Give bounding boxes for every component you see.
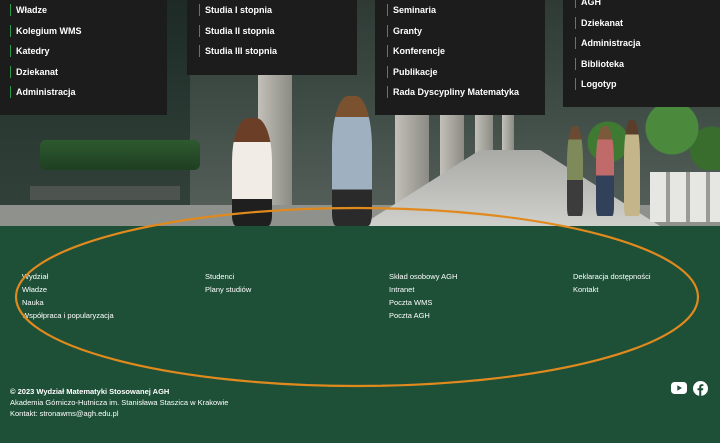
facebook-icon[interactable] [693,381,709,396]
menu-item-wladze[interactable]: Władze [10,0,167,21]
menu-item-administracja[interactable]: Administracja [10,82,167,103]
student-bg [567,126,583,216]
footer-link-wspolpraca[interactable]: Współpraca i popularyzacja [22,309,114,322]
menu-item-studia-1[interactable]: Studia I stopnia [199,0,357,21]
footer-link-wladze[interactable]: Władze [22,283,114,296]
menu-item-publikacje[interactable]: Publikacje [387,62,545,83]
footer-link-kontakt[interactable]: Kontakt [573,283,651,296]
hedge [40,140,200,170]
menu-panel-wydzial: Władze Kolegium WMS Katedry Dziekanat Ad… [0,0,167,115]
menu-item-biblioteka[interactable]: Biblioteka [575,54,720,75]
menu-item-administracja-agh[interactable]: Administracja [575,33,720,54]
planters [650,172,720,222]
student-bg [624,120,640,216]
bench [30,186,180,200]
menu-item-granty[interactable]: Granty [387,21,545,42]
footer-link-wydzial[interactable]: Wydział [22,270,114,283]
copyright-text: © 2023 Wydział Matematyki Stosowanej AGH [10,387,170,396]
menu-item-studia-3[interactable]: Studia III stopnia [199,41,357,62]
footer-link-studenci[interactable]: Studenci [205,270,251,283]
menu-item-agh[interactable]: AGH [575,0,720,13]
menu-item-logotyp[interactable]: Logotyp [575,74,720,95]
menu-item-rada-dyscypliny[interactable]: Rada Dyscypliny Matematyka [387,82,545,103]
footer-column-agh: Skład osobowy AGH Intranet Poczta WMS Po… [389,270,457,322]
footer-link-sklad-osobowy[interactable]: Skład osobowy AGH [389,270,457,283]
footer-column-info: Deklaracja dostępności Kontakt [573,270,651,296]
menu-item-kolegium[interactable]: Kolegium WMS [10,21,167,42]
footer-link-nauka[interactable]: Nauka [22,296,114,309]
university-name: Akademia Górniczo-Hutnicza im. Stanisław… [10,398,229,407]
student-woman [232,118,272,226]
youtube-icon[interactable] [671,381,687,395]
site-footer: Wydział Władze Nauka Współpraca i popula… [0,226,720,443]
footer-column-wydzial: Wydział Władze Nauka Współpraca i popula… [22,270,114,322]
menu-panel-agh: AGH Dziekanat Administracja Biblioteka L… [563,0,720,107]
menu-item-seminaria[interactable]: Seminaria [387,0,545,21]
footer-copyright-block: © 2023 Wydział Matematyki Stosowanej AGH… [10,386,228,419]
menu-item-dziekanat-agh[interactable]: Dziekanat [575,13,720,34]
footer-column-studenci: Studenci Plany studiów [205,270,251,296]
contact-email[interactable]: Kontakt: stronawms@agh.edu.pl [10,408,228,419]
footer-link-plany-studiow[interactable]: Plany studiów [205,283,251,296]
menu-panel-studia: Studia I stopnia Studia II stopnia Studi… [187,0,357,75]
footer-link-deklaracja[interactable]: Deklaracja dostępności [573,270,651,283]
menu-item-konferencje[interactable]: Konferencje [387,41,545,62]
footer-link-intranet[interactable]: Intranet [389,283,457,296]
trees [560,100,720,170]
student-bg [596,126,614,216]
footer-link-poczta-wms[interactable]: Poczta WMS [389,296,457,309]
menu-item-dziekanat[interactable]: Dziekanat [10,62,167,83]
menu-panel-nauka: Seminaria Granty Konferencje Publikacje … [375,0,545,115]
footer-link-poczta-agh[interactable]: Poczta AGH [389,309,457,322]
menu-item-studia-2[interactable]: Studia II stopnia [199,21,357,42]
student-man [332,96,372,226]
menu-item-katedry[interactable]: Katedry [10,41,167,62]
